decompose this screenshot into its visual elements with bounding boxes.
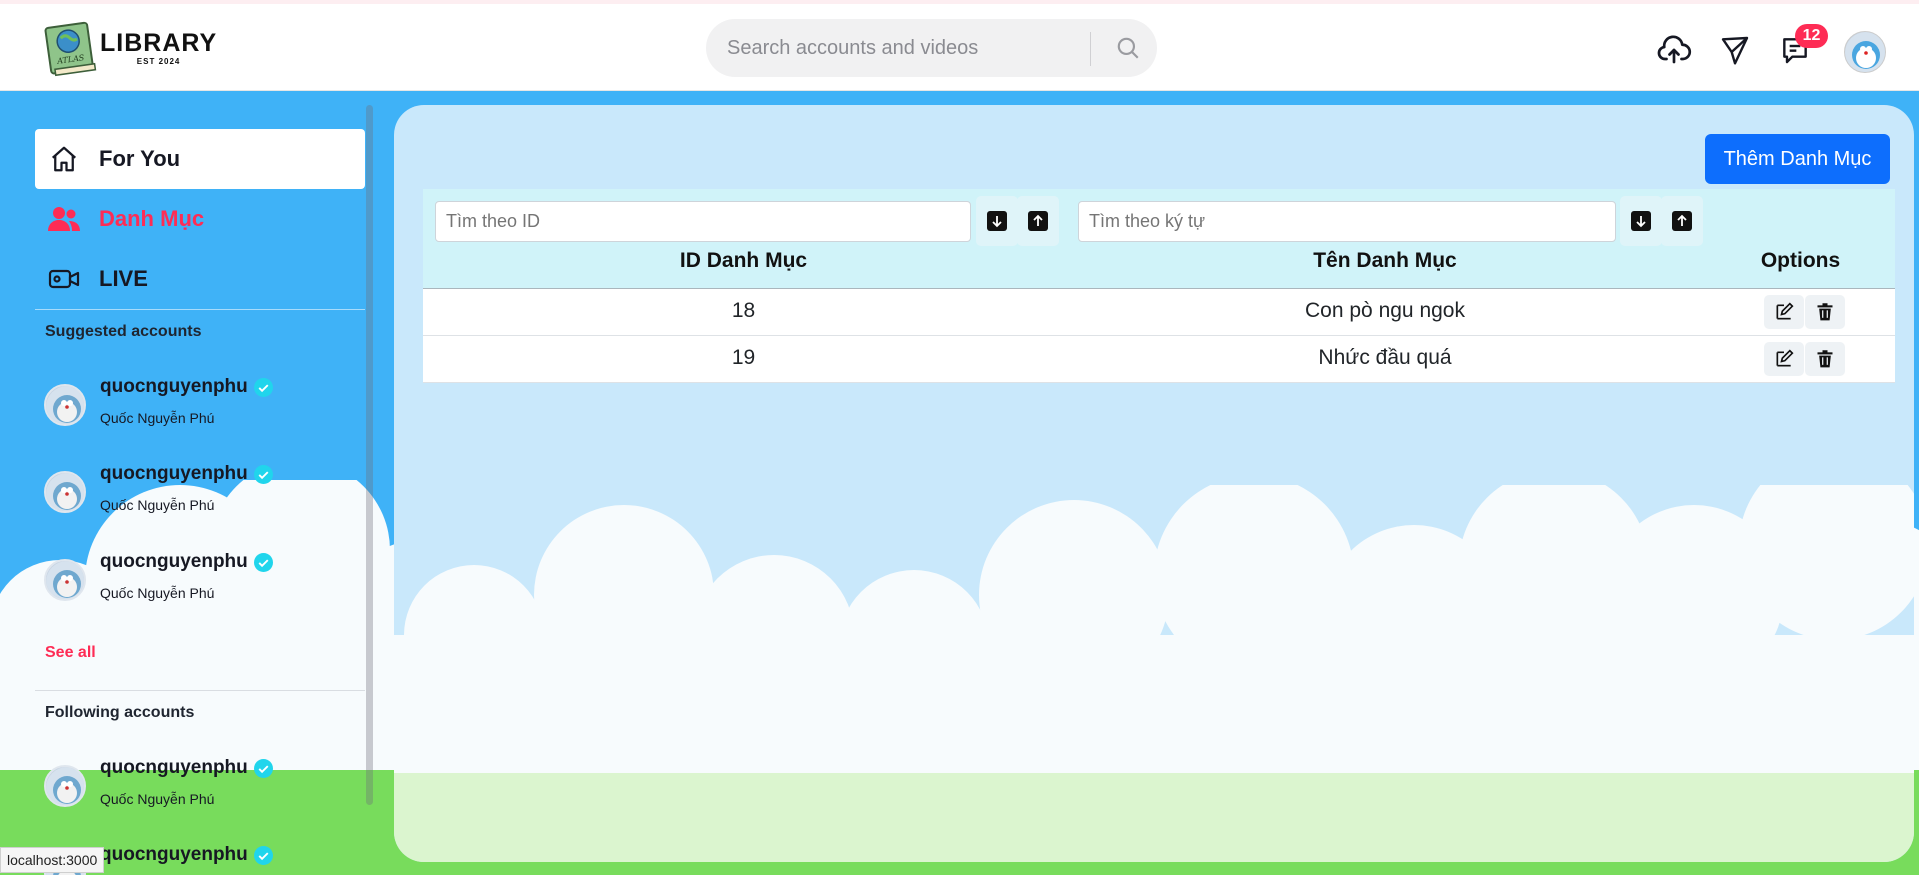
sort-name-asc-button[interactable]	[1661, 196, 1703, 246]
delete-button[interactable]	[1805, 342, 1845, 376]
arrow-up-icon	[1033, 214, 1043, 226]
account-display-name: Quốc Nguyễn Phú	[100, 791, 215, 807]
top-header: ATLAS LIBRARY EST 2024 12	[0, 4, 1919, 91]
doraemon-avatar-icon	[46, 386, 84, 424]
status-bar-url: localhost:3000	[0, 847, 105, 873]
verified-badge-icon	[253, 377, 273, 397]
nav-label: LIVE	[99, 266, 148, 291]
cell-name: Con pò ngu ngok	[1305, 299, 1465, 322]
account-display-name: Quốc Nguyễn Phú	[100, 410, 215, 426]
search-divider	[1090, 32, 1091, 66]
category-table: ID Danh Mục Tên Danh Mục Options 18 Con …	[423, 189, 1895, 383]
nav-for-you[interactable]: For You	[35, 129, 365, 189]
table-row: 18 Con pò ngu ngok	[423, 289, 1895, 336]
account-username: quocnguyenphu	[100, 463, 273, 485]
column-header-name: Tên Danh Mục	[1313, 249, 1457, 272]
column-header-id: ID Danh Mục	[679, 249, 808, 272]
cloud-upload-icon	[1657, 35, 1692, 64]
arrow-down-icon	[1636, 216, 1646, 228]
cloud-background	[394, 485, 1914, 785]
main-panel: Thêm Danh Mục ID Danh Mục Tên Danh Mục O…	[394, 105, 1914, 862]
account-display-name: Quốc Nguyễn Phú	[100, 585, 215, 601]
atlas-book-icon: ATLAS	[44, 21, 97, 77]
sidebar-divider	[35, 690, 365, 691]
doraemon-avatar-icon	[46, 561, 84, 599]
logo-subtitle: EST 2024	[136, 56, 181, 66]
logo-title: LIBRARY	[100, 28, 218, 57]
users-icon	[48, 207, 80, 231]
verified-badge-icon	[253, 552, 273, 572]
trash-icon	[1817, 303, 1833, 321]
trash-icon	[1817, 350, 1833, 368]
suggested-account[interactable]: quocnguyenphu Quốc Nguyễn Phú	[42, 551, 352, 611]
user-avatar[interactable]	[1844, 31, 1886, 73]
edit-icon	[1776, 302, 1794, 320]
cell-name: Nhức đầu quá	[1318, 346, 1452, 369]
account-username: quocnguyenphu	[100, 551, 273, 573]
verified-badge-icon	[253, 758, 273, 778]
nav-label: For You	[99, 146, 181, 171]
search-button[interactable]	[1108, 28, 1148, 68]
sidebar-divider	[35, 309, 365, 310]
live-camera-icon	[48, 269, 80, 289]
account-display-name: Quốc Nguyễn Phú	[100, 497, 215, 513]
verified-badge-icon	[253, 464, 273, 484]
filter-name-input[interactable]	[1078, 201, 1616, 242]
sidebar-scrollbar[interactable]	[366, 105, 373, 805]
account-username: quocnguyenphu	[100, 757, 273, 779]
arrow-up-icon	[1677, 214, 1687, 226]
messages-button[interactable]	[1715, 30, 1755, 70]
nav-danh-muc[interactable]: Danh Mục	[35, 189, 365, 249]
doraemon-avatar-icon	[46, 473, 84, 511]
notification-badge: 12	[1795, 24, 1828, 48]
suggested-account[interactable]: quocnguyenphu Quốc Nguyễn Phú	[42, 376, 352, 436]
nav-live[interactable]: LIVE	[35, 249, 365, 309]
table-header: ID Danh Mục Tên Danh Mục Options	[423, 189, 1895, 289]
edit-icon	[1776, 349, 1794, 367]
column-header-options: Options	[1760, 249, 1841, 272]
edit-button[interactable]	[1764, 342, 1804, 376]
search-icon	[1117, 37, 1139, 59]
verified-badge-icon	[253, 845, 273, 865]
doraemon-avatar-icon	[46, 767, 84, 805]
grass-fade	[394, 773, 1914, 862]
arrow-down-icon	[992, 216, 1002, 228]
following-account[interactable]: quocnguyenphu Quốc Nguyễn Phú	[42, 757, 352, 817]
account-avatar	[44, 559, 86, 601]
sort-name-desc-button[interactable]	[1620, 196, 1662, 246]
filter-id-input[interactable]	[435, 201, 971, 242]
suggested-accounts-title: Suggested accounts	[45, 323, 202, 340]
account-username: quocnguyenphu	[100, 376, 273, 398]
cell-id: 19	[731, 346, 756, 369]
sort-id-desc-button[interactable]	[976, 196, 1018, 246]
delete-button[interactable]	[1805, 295, 1845, 329]
paper-plane-icon	[1721, 36, 1749, 65]
nav-label: Danh Mục	[99, 206, 205, 231]
doraemon-avatar-icon	[1845, 32, 1885, 72]
account-avatar	[44, 471, 86, 513]
table-row: 19 Nhức đầu quá	[423, 336, 1895, 383]
home-icon	[52, 146, 76, 172]
suggested-account[interactable]: quocnguyenphu Quốc Nguyễn Phú	[42, 463, 352, 523]
cell-id: 18	[731, 299, 756, 322]
sort-id-asc-button[interactable]	[1017, 196, 1059, 246]
account-username: quocnguyenphu	[100, 844, 273, 866]
add-category-button[interactable]: Thêm Danh Mục	[1705, 134, 1890, 184]
search-bar	[706, 19, 1157, 77]
edit-button[interactable]	[1764, 295, 1804, 329]
search-input[interactable]	[706, 19, 1086, 77]
upload-button[interactable]	[1654, 30, 1694, 70]
sidebar: For You Danh Mục LIVE Suggested accounts…	[0, 91, 375, 875]
account-avatar	[44, 384, 86, 426]
library-logo[interactable]: ATLAS LIBRARY EST 2024	[44, 18, 218, 77]
following-accounts-title: Following accounts	[45, 704, 195, 721]
account-avatar	[44, 765, 86, 807]
see-all-link[interactable]: See all	[45, 644, 96, 662]
